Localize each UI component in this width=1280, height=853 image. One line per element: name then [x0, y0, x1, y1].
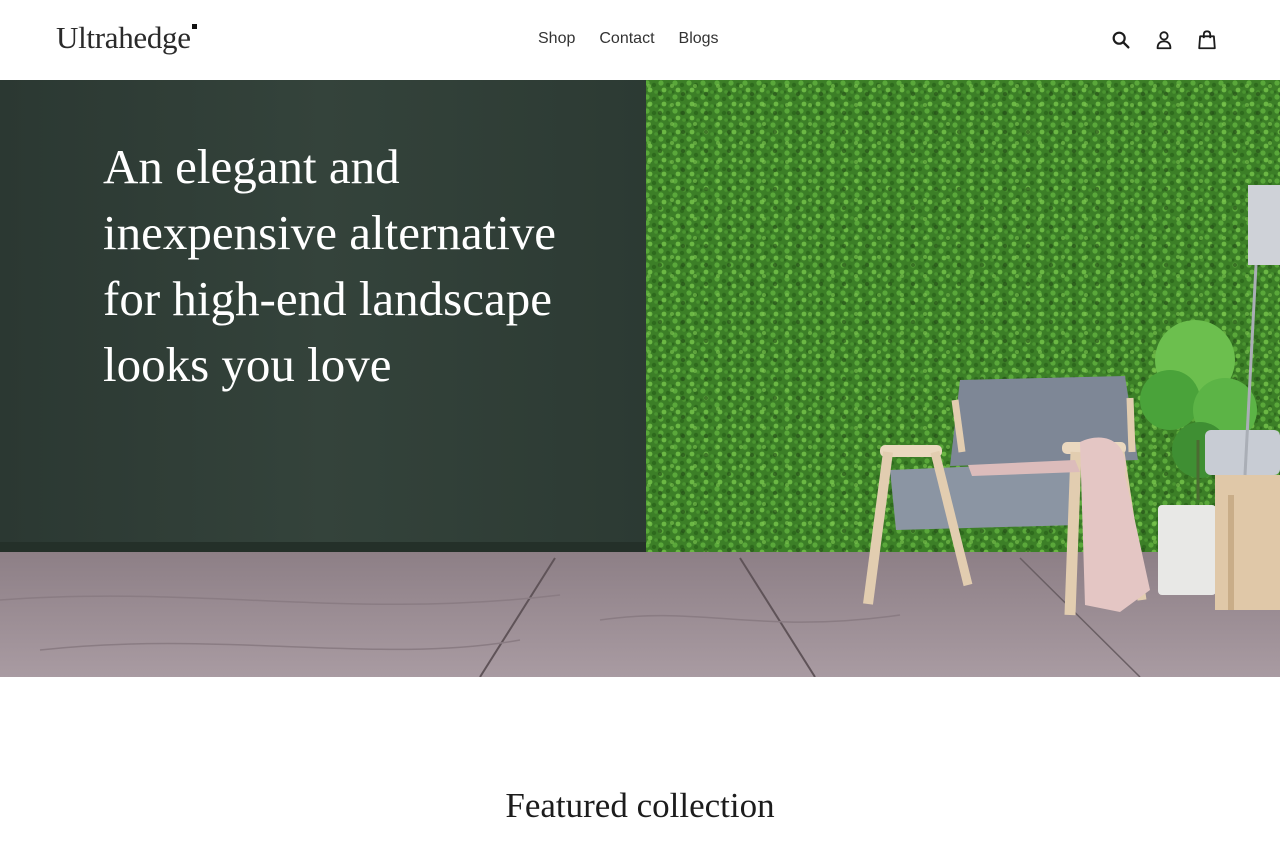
site-header: Ultrahedge Shop Contact Blogs — [0, 0, 1280, 80]
nav-link-contact[interactable]: Contact — [599, 30, 654, 48]
featured-collection-title: Featured collection — [505, 786, 775, 825]
nav-link-blogs[interactable]: Blogs — [679, 30, 719, 48]
nav-link-shop[interactable]: Shop — [538, 30, 575, 48]
hero-heading: An elegant and inexpensive alternative f… — [103, 139, 557, 392]
main-nav: Shop Contact Blogs — [538, 30, 719, 48]
logo-text[interactable]: Ultrahedge — [56, 20, 191, 55]
search-icon[interactable] — [1110, 28, 1132, 52]
logo-mark-icon — [191, 24, 197, 29]
logo[interactable]: Ultrahedge — [56, 20, 197, 56]
header-icons — [1110, 28, 1218, 52]
hero-banner: An elegant and inexpensive alternative f… — [0, 80, 1280, 677]
account-icon[interactable] — [1153, 28, 1175, 52]
cart-icon[interactable] — [1196, 28, 1218, 52]
